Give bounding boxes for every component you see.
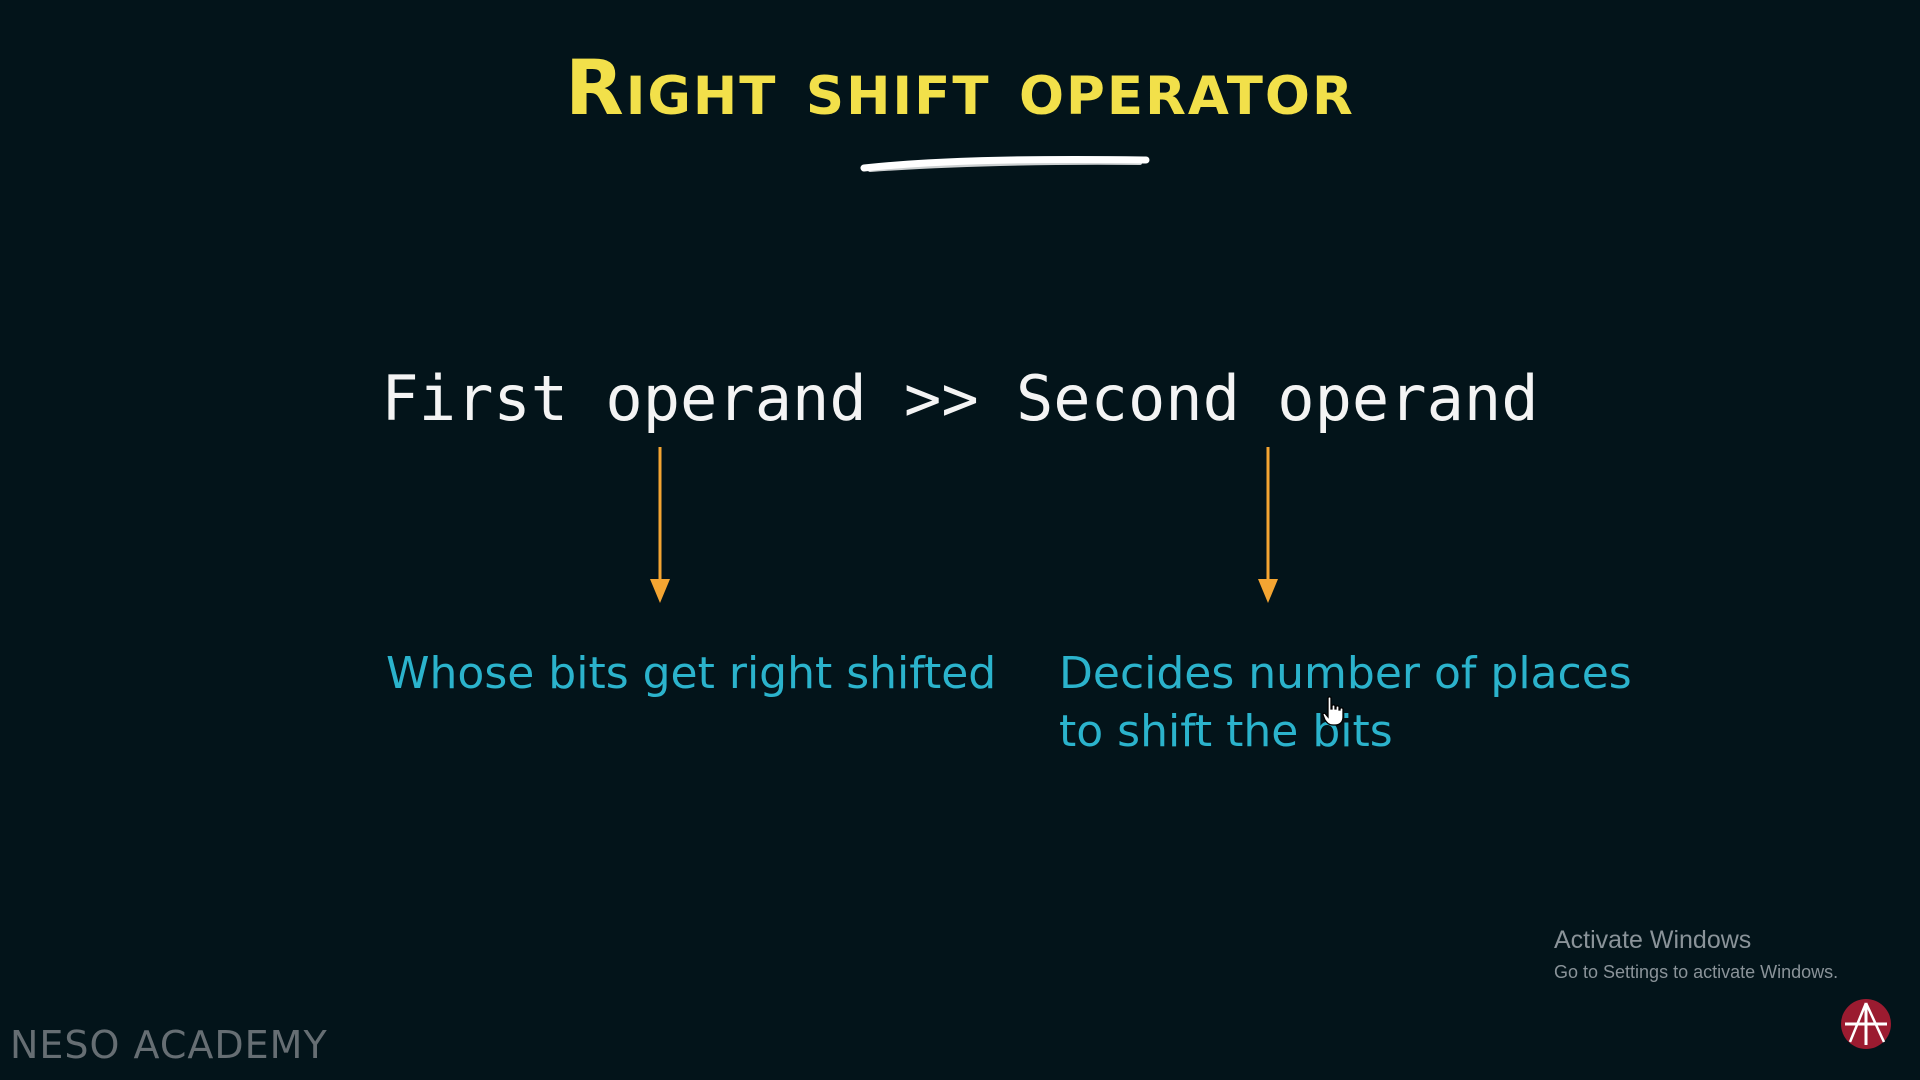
second-operand-description-line2: to shift the bits (1059, 706, 1393, 757)
watermark-subtitle: Go to Settings to activate Windows. (1554, 962, 1839, 982)
lecture-slide: Right shift operator First operand >> Se… (0, 0, 1920, 1080)
second-operand-description: Decides number of places to shift the bi… (1059, 645, 1679, 761)
first-operand-description: Whose bits get right shifted (386, 648, 997, 699)
shift-expression: First operand >> Second operand (381, 362, 1539, 435)
brand-name: NESO ACADEMY (10, 1023, 328, 1067)
neso-logo-icon (1841, 999, 1891, 1049)
slide-title: Right shift operator (565, 43, 1355, 132)
watermark-title: Activate Windows (1554, 926, 1752, 954)
title-underline (860, 155, 1150, 172)
arrow-down-icon (650, 447, 670, 603)
activate-windows-watermark: Activate Windows Go to Settings to activ… (1554, 925, 1838, 985)
arrow-down-icon (1258, 447, 1278, 603)
second-operand-description-line1: Decides number of places (1059, 648, 1632, 699)
hand-pointer-icon (1322, 696, 1344, 726)
